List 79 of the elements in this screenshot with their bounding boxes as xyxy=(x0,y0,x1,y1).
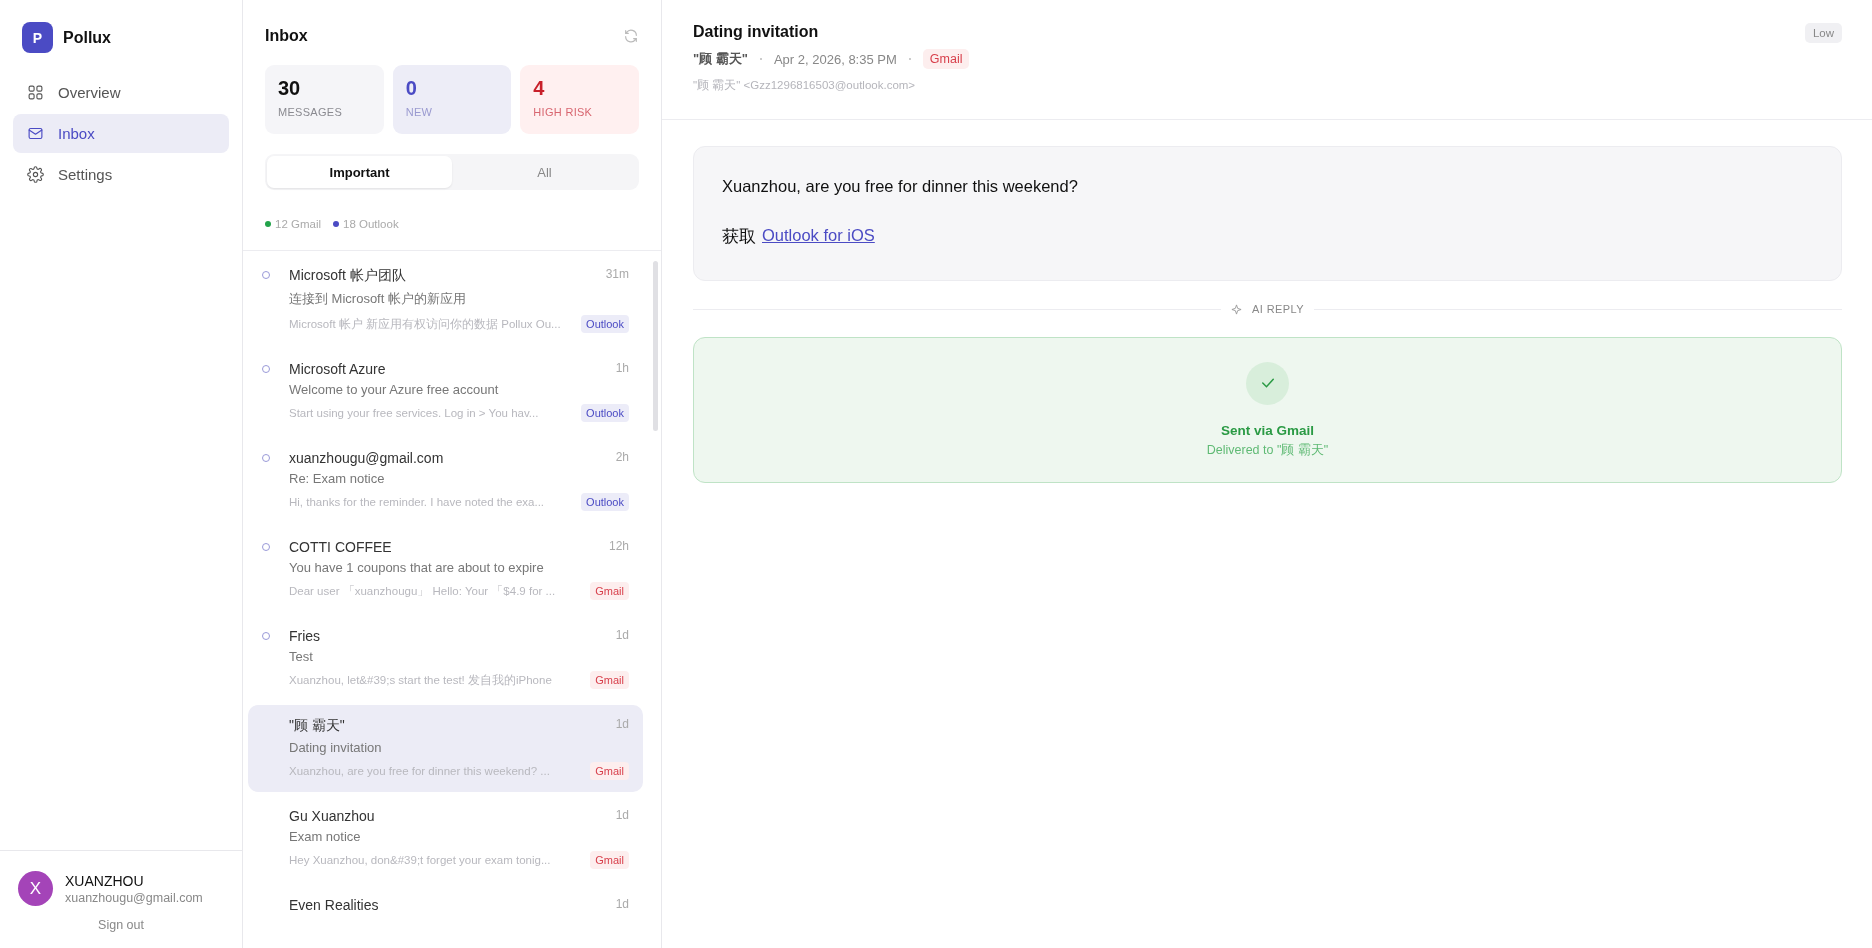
legend-label: 12 Gmail xyxy=(275,218,322,230)
source-tag: Outlook xyxy=(581,315,629,333)
message-sender: Microsoft Azure xyxy=(289,361,387,377)
message-item[interactable]: Gu Xuanzhou 1d Exam notice Hey Xuanzhou, don&#39;t forget your exam tonig... Gmail xyxy=(248,796,643,881)
sent-status: Sent via Gmail xyxy=(1220,422,1314,438)
message-time: 1h xyxy=(614,361,629,377)
grid-icon xyxy=(27,84,44,101)
priority-badge: Low xyxy=(1804,23,1842,43)
source-tag: Gmail xyxy=(590,762,629,780)
message-time: 1d xyxy=(614,628,629,644)
message-preview: Hey Xuanzhou, don&#39;t forget your exam tonig... xyxy=(289,854,552,866)
check-icon xyxy=(1246,361,1289,405)
app-logo: P xyxy=(22,22,53,53)
message-subject: Test xyxy=(289,649,314,664)
message-subject: Re: Exam notice xyxy=(289,471,386,486)
user-avatar: X xyxy=(18,871,53,906)
message-sender: COTTI COFFEE xyxy=(289,539,393,555)
source-tag: Gmail xyxy=(922,49,970,69)
source-tag: Outlook xyxy=(581,493,629,511)
stat-label: MESSAGES xyxy=(278,106,344,118)
sign-out-link[interactable]: Sign out xyxy=(98,918,144,932)
filter-tab[interactable]: Important xyxy=(267,156,452,188)
source-tag: Gmail xyxy=(590,582,629,600)
stat-label: HIGH RISK xyxy=(533,106,594,118)
message-subject: Welcome to your Azure free account xyxy=(289,382,500,397)
message-sender: Gu Xuanzhou xyxy=(289,808,376,824)
message-sender: "顾 霸天" xyxy=(289,717,346,735)
source-tag: Gmail xyxy=(590,671,629,689)
email-sender: "顾 霸天" xyxy=(693,50,748,68)
message-sender: Even Realities xyxy=(289,897,380,913)
message-preview: Microsoft 帐户 新应用有权访问你的数据 Pollux Ou... xyxy=(289,316,562,332)
message-subject: You have 1 coupons that are about to expire xyxy=(289,560,545,575)
sparkle-icon xyxy=(1231,303,1243,315)
message-item[interactable]: COTTI COFFEE 12h You have 1 coupons that are about to expire Dear user 「xuanzhougu」 Hello: Your 「$4.9 for ... Gmail xyxy=(248,527,643,612)
message-sender: Fries xyxy=(289,628,322,644)
email-subject: Dating invitation xyxy=(693,23,820,41)
message-item[interactable]: Fries 1d Test Xuanzhou, let&#39;s start the test! 发自我的iPhone Gmail xyxy=(248,616,643,701)
stat-value: 0 xyxy=(405,77,418,100)
email-date: Apr 2, 2026, 8:35 PM xyxy=(773,51,897,67)
source-tag: Outlook xyxy=(581,404,629,422)
scrollbar[interactable] xyxy=(653,261,658,431)
delivered-note: Delivered to "顾 霸天" xyxy=(1206,441,1329,459)
message-time: 2h xyxy=(614,450,629,466)
nav-item[interactable]: Overview xyxy=(13,73,229,112)
source-tag: Gmail xyxy=(590,851,629,869)
mail-icon xyxy=(27,125,44,142)
stat-label: NEW xyxy=(405,106,434,118)
message-item[interactable]: Even Realities 1d xyxy=(248,885,643,925)
user-name: XUANZHOU xyxy=(65,872,145,889)
message-subject: 连接到 Microsoft 帐户的新应用 xyxy=(289,290,467,308)
message-subject: Dating invitation xyxy=(289,740,383,755)
stat-value: 4 xyxy=(533,77,546,100)
message-time: 31m xyxy=(604,267,629,283)
body-text: Xuanzhou, are you free for dinner this weekend? xyxy=(722,177,1079,196)
inbox-title: Inbox xyxy=(265,27,308,45)
message-preview: Xuanzhou, let&#39;s start the test! 发自我的iPhone xyxy=(289,672,553,688)
message-time: 12h xyxy=(607,539,629,555)
section-label: AI REPLY xyxy=(1252,303,1304,315)
message-sender: Microsoft 帐户团队 xyxy=(289,267,407,285)
nav-item[interactable]: Inbox xyxy=(13,114,229,153)
body-link[interactable]: Outlook for iOS xyxy=(762,226,875,248)
app-name: Pollux xyxy=(63,28,111,47)
message-item[interactable]: Microsoft 帐户团队 31m 连接到 Microsoft 帐户的新应用 Microsoft 帐户 新应用有权访问你的数据 Pollux Ou... Outlook xyxy=(248,255,643,345)
legend-label: 18 Outlook xyxy=(343,218,399,230)
settings-icon xyxy=(27,166,44,183)
stat-value: 30 xyxy=(278,77,302,100)
message-time: 1d xyxy=(615,897,629,913)
message-subject: Exam notice xyxy=(289,829,362,844)
body-text: 获取 xyxy=(722,226,756,247)
message-item[interactable]: Microsoft Azure 1h Welcome to your Azure free account Start using your free services. Log in > You hav... Outlook xyxy=(248,349,643,434)
refresh-icon[interactable] xyxy=(623,28,639,44)
message-preview: Dear user 「xuanzhougu」 Hello: Your 「$4.9 for ... xyxy=(289,583,557,599)
sender-address: "顾 霸天" <Gzz1296816503@outlook.com> xyxy=(693,78,917,93)
nav-item[interactable]: Settings xyxy=(13,155,229,194)
message-time: 1d xyxy=(614,808,629,824)
user-email: xuanzhougu@gmail.com xyxy=(65,890,203,905)
message-sender: xuanzhougu@gmail.com xyxy=(289,450,445,466)
message-time: 1d xyxy=(614,717,629,733)
message-preview: Start using your free services. Log in > You hav... xyxy=(289,407,540,419)
